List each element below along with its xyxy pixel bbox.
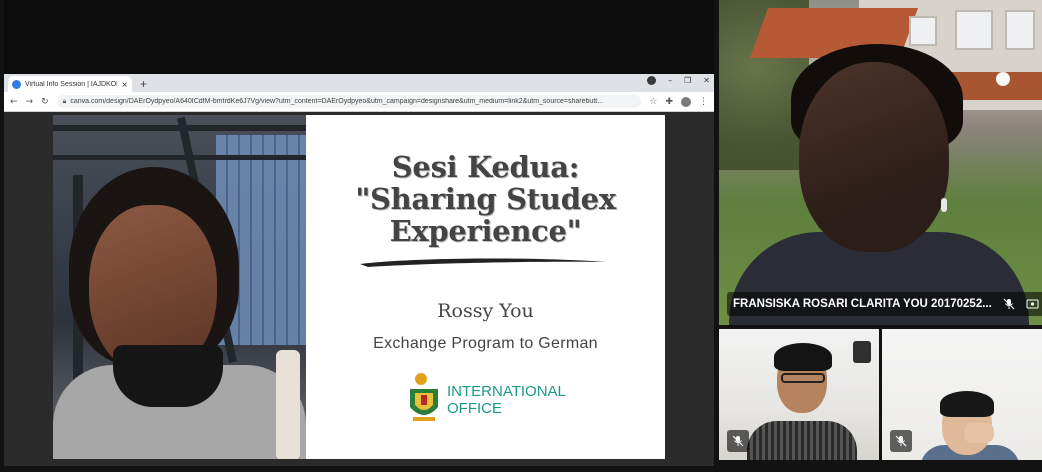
participant-name-tag: FRANSISKA ROSARI CLARITA YOU 20170252... xyxy=(727,292,1042,316)
tab-bar: Virtual Info Session | IAJDKOM - II × + … xyxy=(4,74,714,92)
browser-toolbar: ☆ ✚ ⋮ xyxy=(649,96,708,107)
participant-tile[interactable] xyxy=(882,329,1042,460)
logo-line: INTERNATIONAL xyxy=(447,383,566,400)
back-button[interactable]: ← xyxy=(10,97,18,107)
tab-close-button[interactable]: × xyxy=(121,80,128,89)
url-text: canva.com/design/DAErOydpyeo/A640ICdfM-b… xyxy=(70,98,604,105)
shared-screen: Virtual Info Session | IAJDKOM - II × + … xyxy=(4,0,714,466)
avatar[interactable] xyxy=(681,96,691,107)
url-field[interactable]: 🔒︎ canva.com/design/DAErOydpyeo/A640ICdf… xyxy=(56,95,642,108)
minimize-button[interactable]: – xyxy=(668,76,672,85)
slide-title-line: Experience" xyxy=(389,214,582,248)
slide-title-line: Sesi Kedua: xyxy=(391,150,580,184)
logo-line: OFFICE xyxy=(447,400,502,417)
university-crest-icon xyxy=(410,373,438,421)
browser-window: Virtual Info Session | IAJDKOM - II × + … xyxy=(4,74,714,466)
presentation-slide: Sesi Kedua: "Sharing Studex Experience" … xyxy=(53,115,665,459)
close-window-button[interactable]: ✕ xyxy=(703,76,710,85)
office-logo-text: INTERNATIONAL OFFICE xyxy=(447,383,566,417)
browser-tab[interactable]: Virtual Info Session | IAJDKOM - II × xyxy=(8,76,132,92)
globe-icon xyxy=(12,79,21,89)
reload-button[interactable]: ↻ xyxy=(41,97,49,107)
new-tab-button[interactable]: + xyxy=(140,76,147,92)
page-viewport: Sesi Kedua: "Sharing Studex Experience" … xyxy=(4,112,714,466)
window-controls: – ❐ ✕ xyxy=(647,76,710,85)
participant-tile-main[interactable]: FRANSISKA ROSARI CLARITA YOU 20170252... xyxy=(719,0,1042,325)
puzzle-icon[interactable]: ✚ xyxy=(665,97,673,107)
slide-title-line: "Sharing Studex xyxy=(355,182,616,216)
mic-off-icon[interactable] xyxy=(1002,297,1016,311)
participant-tile[interactable] xyxy=(719,329,879,460)
presenter-photo xyxy=(53,115,306,459)
participant-name: FRANSISKA ROSARI CLARITA YOU 20170252... xyxy=(733,298,992,310)
forward-button[interactable]: → xyxy=(26,97,34,107)
brush-swash xyxy=(360,258,606,267)
slide-title: Sesi Kedua: "Sharing Studex Experience" xyxy=(306,151,665,247)
address-bar: ← → ↻ 🔒︎ canva.com/design/DAErOydpyeo/A6… xyxy=(4,92,714,112)
maximize-button[interactable]: ❐ xyxy=(684,76,691,85)
lock-icon: 🔒︎ xyxy=(62,97,67,105)
mic-off-icon[interactable] xyxy=(890,430,912,452)
mic-off-icon[interactable] xyxy=(727,430,749,452)
meeting-stage: Virtual Info Session | IAJDKOM - II × + … xyxy=(0,0,1042,472)
profile-icon[interactable] xyxy=(647,76,657,85)
screen-share-icon[interactable] xyxy=(1026,297,1040,311)
star-icon[interactable]: ☆ xyxy=(649,97,657,107)
presenter-name: Rossy You xyxy=(437,300,534,322)
menu-dots-icon[interactable]: ⋮ xyxy=(699,97,708,107)
tab-title: Virtual Info Session | IAJDKOM - II xyxy=(25,80,117,88)
program-name: Exchange Program to German xyxy=(373,335,598,352)
